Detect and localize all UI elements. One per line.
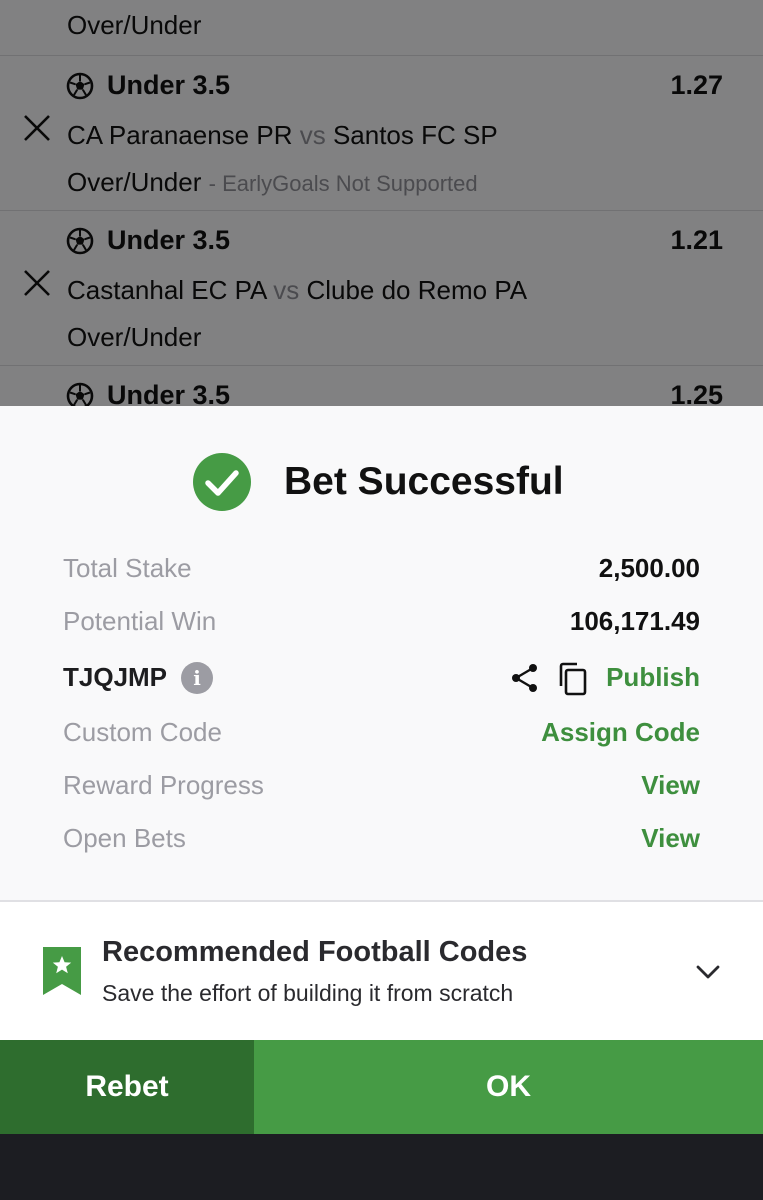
ok-button[interactable]: OK	[254, 1040, 763, 1134]
modal-overlay[interactable]	[0, 0, 763, 406]
recommended-title: Recommended Football Codes	[102, 936, 528, 968]
potential-win-label: Potential Win	[63, 606, 217, 636]
open-bets-label: Open Bets	[63, 823, 186, 853]
betslip-background: Over/Under Under 3.5 1.27 CA Paranaense …	[0, 0, 763, 406]
bookmark-star-icon	[43, 947, 81, 995]
success-header: Bet Successful	[0, 452, 763, 512]
potential-win-row: Potential Win 106,171.49	[63, 606, 700, 640]
total-stake-label: Total Stake	[63, 553, 192, 583]
chevron-down-icon[interactable]	[694, 958, 722, 986]
recommended-codes-banner[interactable]: Recommended Football Codes Save the effo…	[0, 900, 763, 1040]
booking-code-row: TJQJMP i Publish	[63, 662, 700, 696]
reward-progress-view-link[interactable]: View	[641, 770, 700, 801]
reward-progress-row: Reward Progress View	[63, 770, 700, 804]
total-stake-value: 2,500.00	[598, 553, 700, 583]
booking-code: TJQJMP	[63, 662, 168, 692]
rebet-button[interactable]: Rebet	[0, 1040, 254, 1134]
copy-icon[interactable]	[557, 662, 589, 696]
publish-link[interactable]: Publish	[606, 662, 700, 693]
custom-code-row: Custom Code Assign Code	[63, 717, 700, 751]
recommended-subtitle: Save the effort of building it from scra…	[102, 980, 514, 1006]
success-title: Bet Successful	[284, 460, 564, 503]
check-circle-icon	[193, 453, 251, 511]
custom-code-label: Custom Code	[63, 717, 222, 747]
assign-code-link[interactable]: Assign Code	[541, 717, 700, 748]
info-icon[interactable]: i	[181, 662, 213, 694]
bottom-safe-area	[0, 1134, 763, 1200]
potential-win-value: 106,171.49	[569, 606, 700, 636]
open-bets-view-link[interactable]: View	[641, 823, 700, 854]
share-icon[interactable]	[509, 662, 541, 694]
total-stake-row: Total Stake 2,500.00	[63, 553, 700, 587]
reward-progress-label: Reward Progress	[63, 770, 264, 800]
open-bets-row: Open Bets View	[63, 823, 700, 857]
bet-success-sheet: Bet Successful Total Stake 2,500.00 Pote…	[0, 406, 763, 900]
